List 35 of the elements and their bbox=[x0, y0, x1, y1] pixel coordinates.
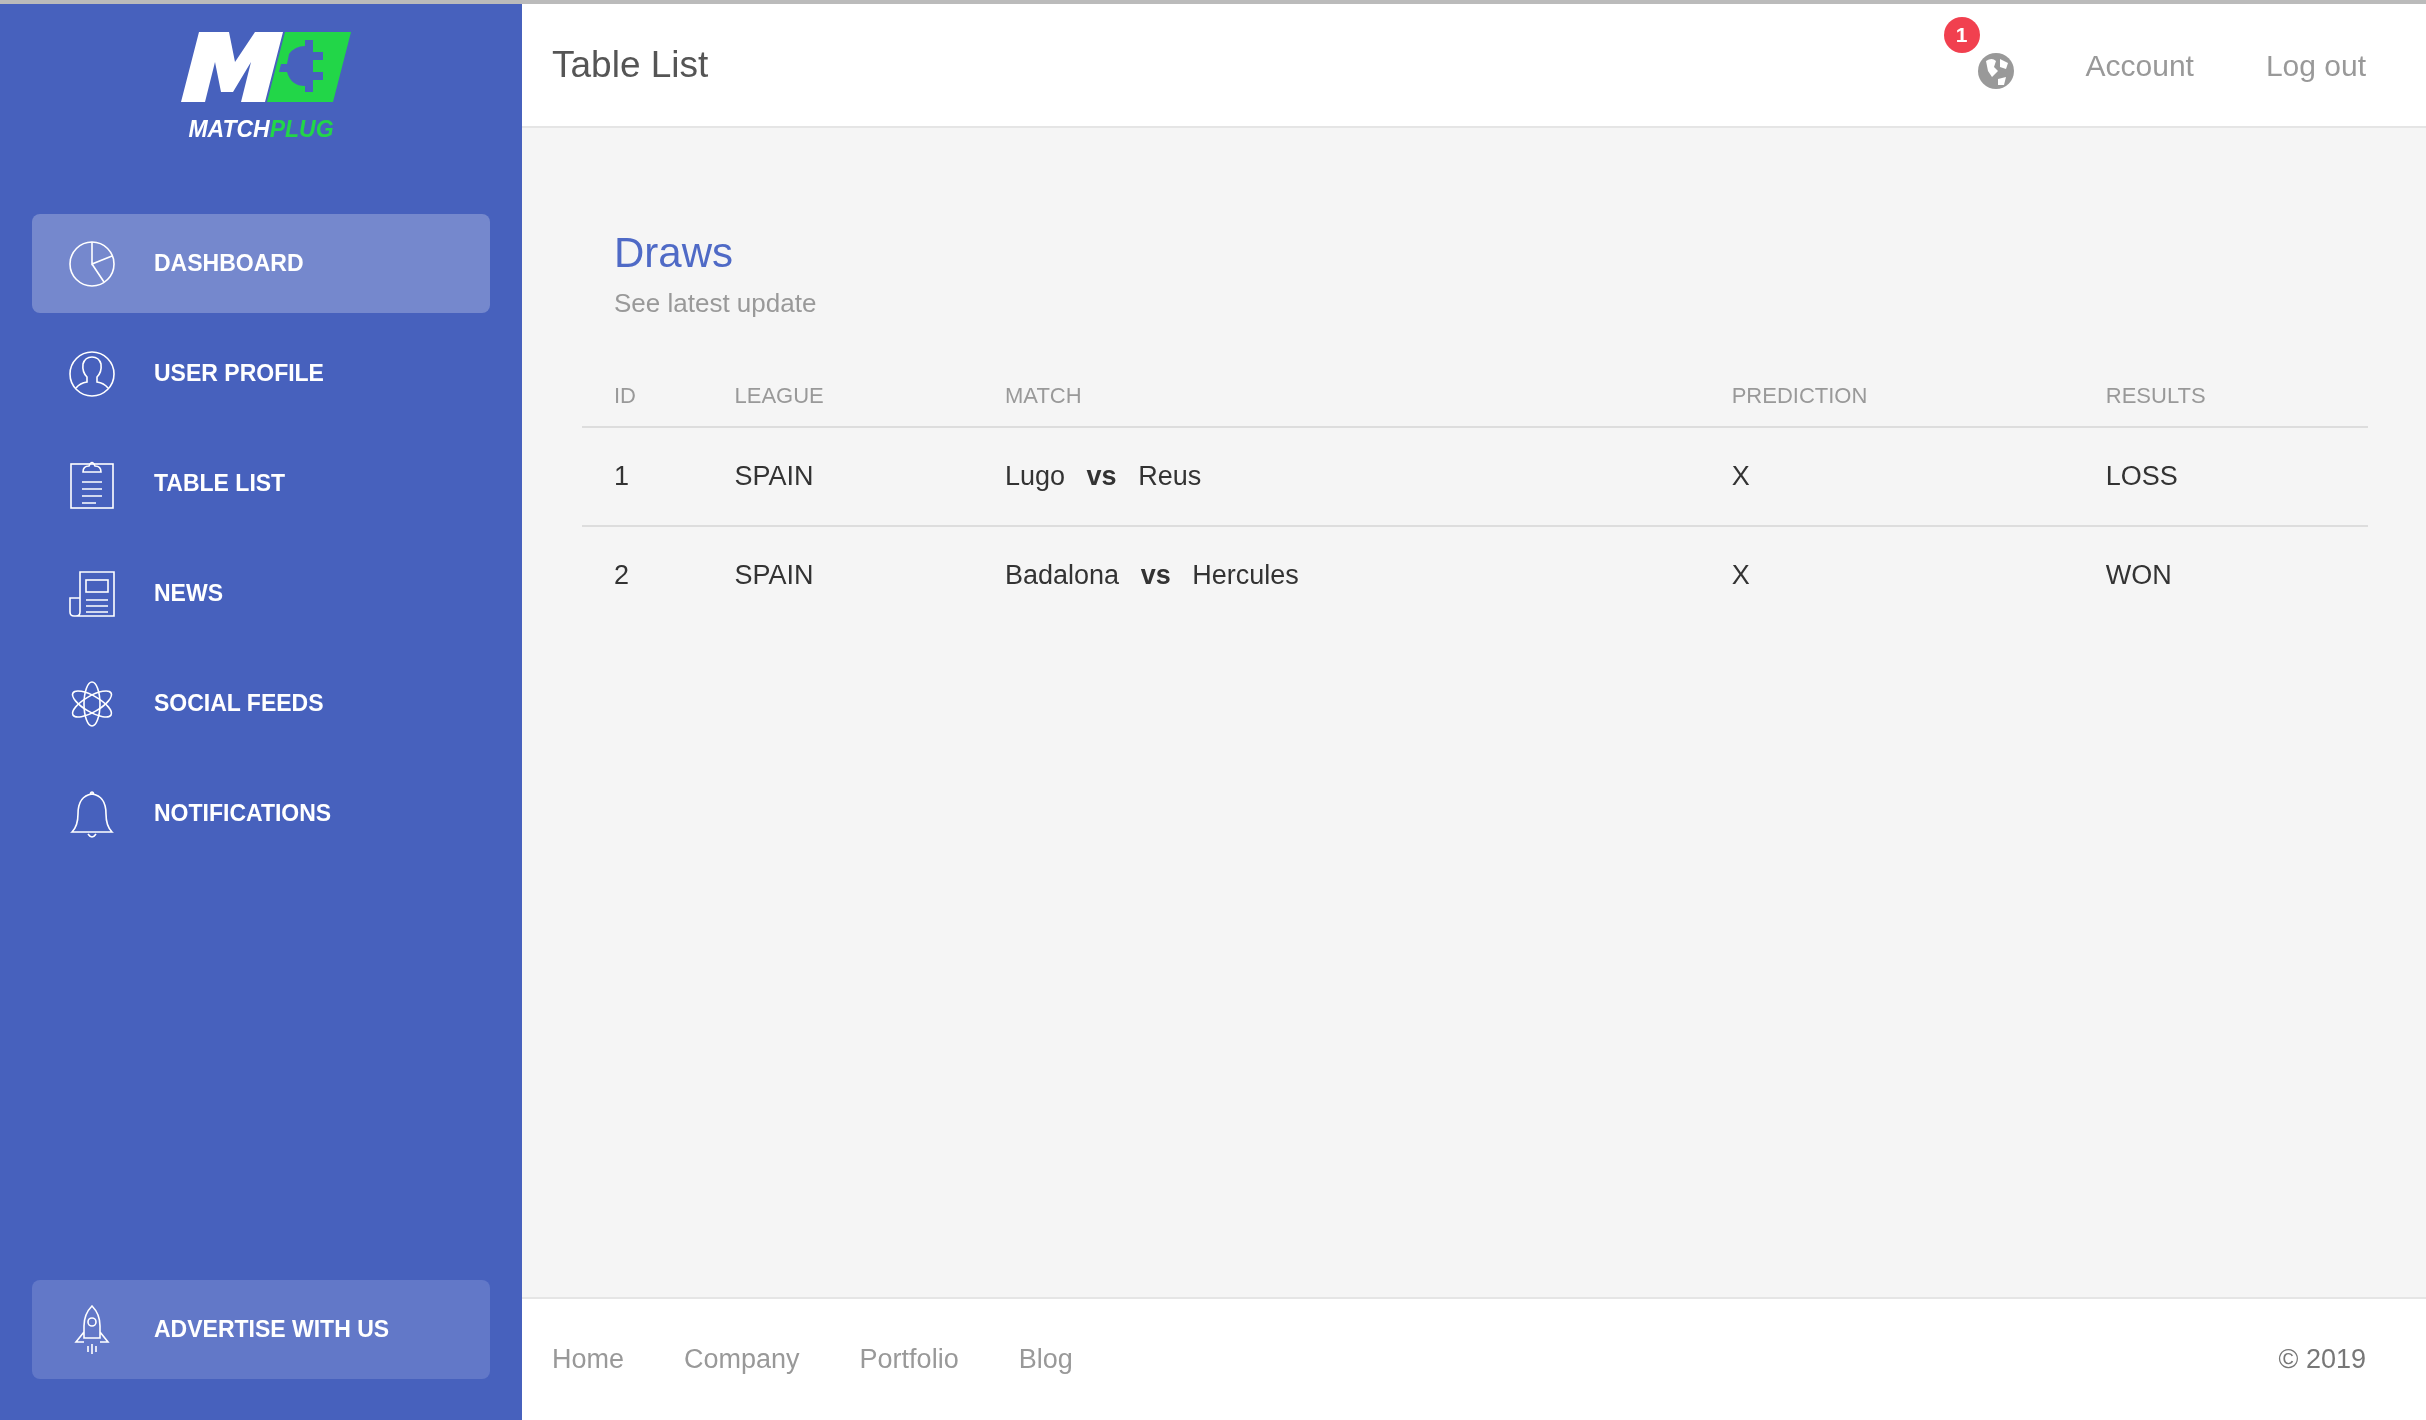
footer-link[interactable]: Company bbox=[684, 1339, 800, 1380]
footer-link[interactable]: Blog bbox=[1018, 1339, 1073, 1380]
table-cell: Lugo vs Reus bbox=[973, 427, 1700, 526]
table-cell: LOSS bbox=[2073, 427, 2368, 526]
footer-link[interactable]: Portfolio bbox=[859, 1339, 959, 1380]
page-title: Table List bbox=[552, 43, 709, 88]
sidebar-item[interactable]: SOCIAL FEEDS bbox=[32, 654, 490, 753]
footer-link[interactable]: Home bbox=[552, 1339, 625, 1380]
card-subtitle: See latest update bbox=[614, 287, 818, 321]
table-cell: WON bbox=[2073, 525, 2368, 624]
logo-wordmark: MATCHPLUG bbox=[188, 115, 334, 144]
header-link[interactable]: Log out bbox=[2265, 42, 2366, 88]
table-cell: X bbox=[1699, 525, 2074, 624]
globe-icon[interactable] bbox=[1977, 53, 2014, 89]
copyright-text: © 2019 bbox=[2278, 1343, 2366, 1377]
table-cell: SPAIN bbox=[702, 427, 973, 526]
sidebar-item[interactable]: TABLE LIST bbox=[32, 434, 490, 533]
table-cell: 2 bbox=[582, 525, 703, 624]
sidebar-item[interactable]: USER PROFILE bbox=[32, 324, 490, 423]
notification-badge: 1 bbox=[1943, 17, 1980, 53]
table-cell: SPAIN bbox=[702, 525, 973, 624]
sidebar-item[interactable]: DASHBOARD bbox=[32, 214, 490, 313]
column-header: ID bbox=[582, 365, 703, 428]
header-link[interactable]: Account bbox=[2085, 42, 2194, 88]
column-header: RESULTS bbox=[2073, 365, 2368, 428]
table-cell: Badalona vs Hercules bbox=[973, 525, 1700, 624]
column-header: LEAGUE bbox=[702, 365, 973, 428]
table-cell: X bbox=[1699, 427, 2074, 526]
column-header: PREDICTION bbox=[1699, 365, 2074, 428]
card-title: Draws bbox=[614, 228, 734, 278]
table-cell: 1 bbox=[582, 427, 703, 526]
column-header: MATCH bbox=[973, 365, 1700, 428]
advertise-button[interactable]: ADVERTISE WITH US bbox=[32, 1280, 490, 1379]
sidebar-item[interactable]: NEWS bbox=[32, 544, 490, 643]
sidebar-item[interactable]: NOTIFICATIONS bbox=[32, 764, 490, 863]
